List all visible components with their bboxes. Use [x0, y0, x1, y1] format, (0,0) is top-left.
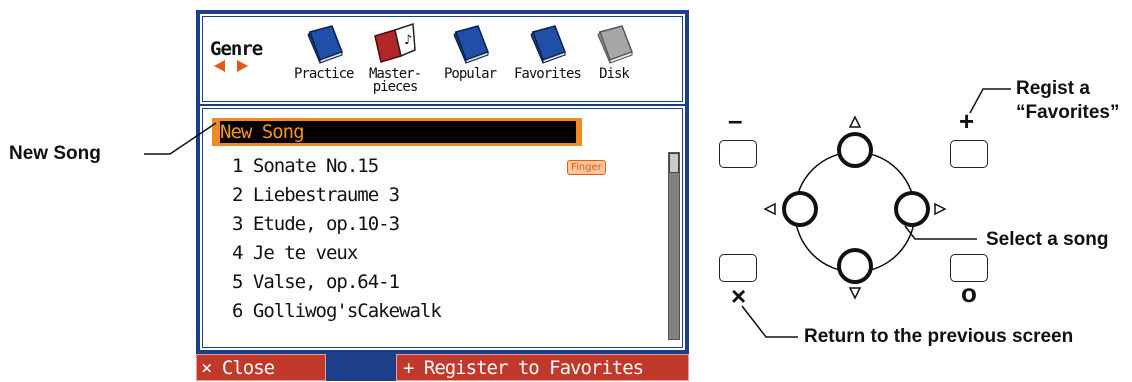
callout-select-song: Select a song — [986, 229, 1109, 250]
callout-regist-line1: Regist a — [1016, 78, 1090, 99]
minus-key[interactable] — [719, 140, 757, 168]
cursor-left-button[interactable] — [782, 191, 818, 227]
callout-return-screen: Return to the previous screen — [804, 326, 1074, 347]
right-triangle-icon — [934, 202, 947, 216]
diagram-lines — [144, 88, 1011, 338]
cursor-right-button[interactable] — [894, 191, 930, 227]
callout-regist-favorites: Regist a “Favorites” — [1016, 77, 1119, 125]
cursor-up-button[interactable] — [837, 132, 873, 168]
plus-symbol: + — [959, 106, 975, 136]
minus-symbol: – — [728, 105, 743, 135]
left-triangle-icon — [763, 202, 776, 216]
plus-key[interactable] — [950, 140, 988, 168]
o-symbol: o — [961, 278, 977, 308]
x-symbol: × — [731, 281, 747, 311]
callout-new-song: New Song — [9, 143, 101, 164]
up-triangle-icon — [848, 115, 862, 128]
cursor-down-button[interactable] — [837, 248, 873, 284]
x-key[interactable] — [719, 254, 757, 282]
callout-regist-line2: “Favorites” — [1016, 102, 1120, 123]
down-triangle-icon — [848, 287, 862, 300]
